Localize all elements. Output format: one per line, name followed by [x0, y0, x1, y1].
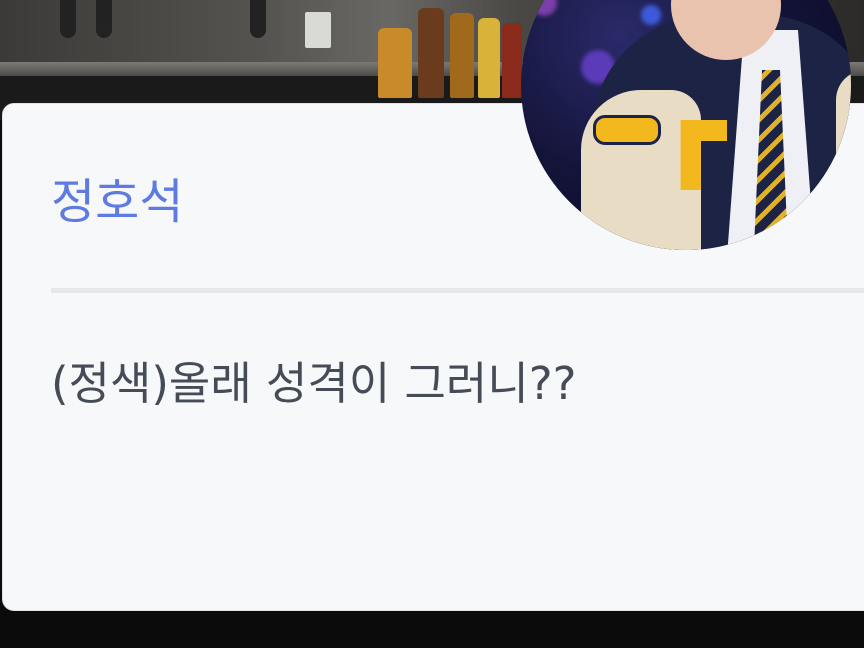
- bottle-icon: [378, 28, 412, 98]
- speaker-name: 정호석: [51, 174, 184, 230]
- dialogue-text: (정색)올래 성격이 그러니??: [51, 357, 577, 410]
- bottle-icon: [478, 18, 500, 98]
- portrait-sleeve: [836, 70, 851, 250]
- dialogue-divider: [51, 288, 864, 293]
- bokeh-light: [641, 5, 661, 25]
- bottle-icon: [450, 13, 474, 98]
- wall-outlet-icon: [305, 12, 331, 48]
- emblem-patch-icon: [593, 115, 661, 145]
- hanging-utensil-icon: [250, 0, 266, 38]
- hanging-utensil-icon: [96, 0, 112, 38]
- hanging-utensil-icon: [60, 0, 76, 38]
- bottle-icon: [418, 8, 444, 98]
- bottle-icon: [502, 23, 522, 98]
